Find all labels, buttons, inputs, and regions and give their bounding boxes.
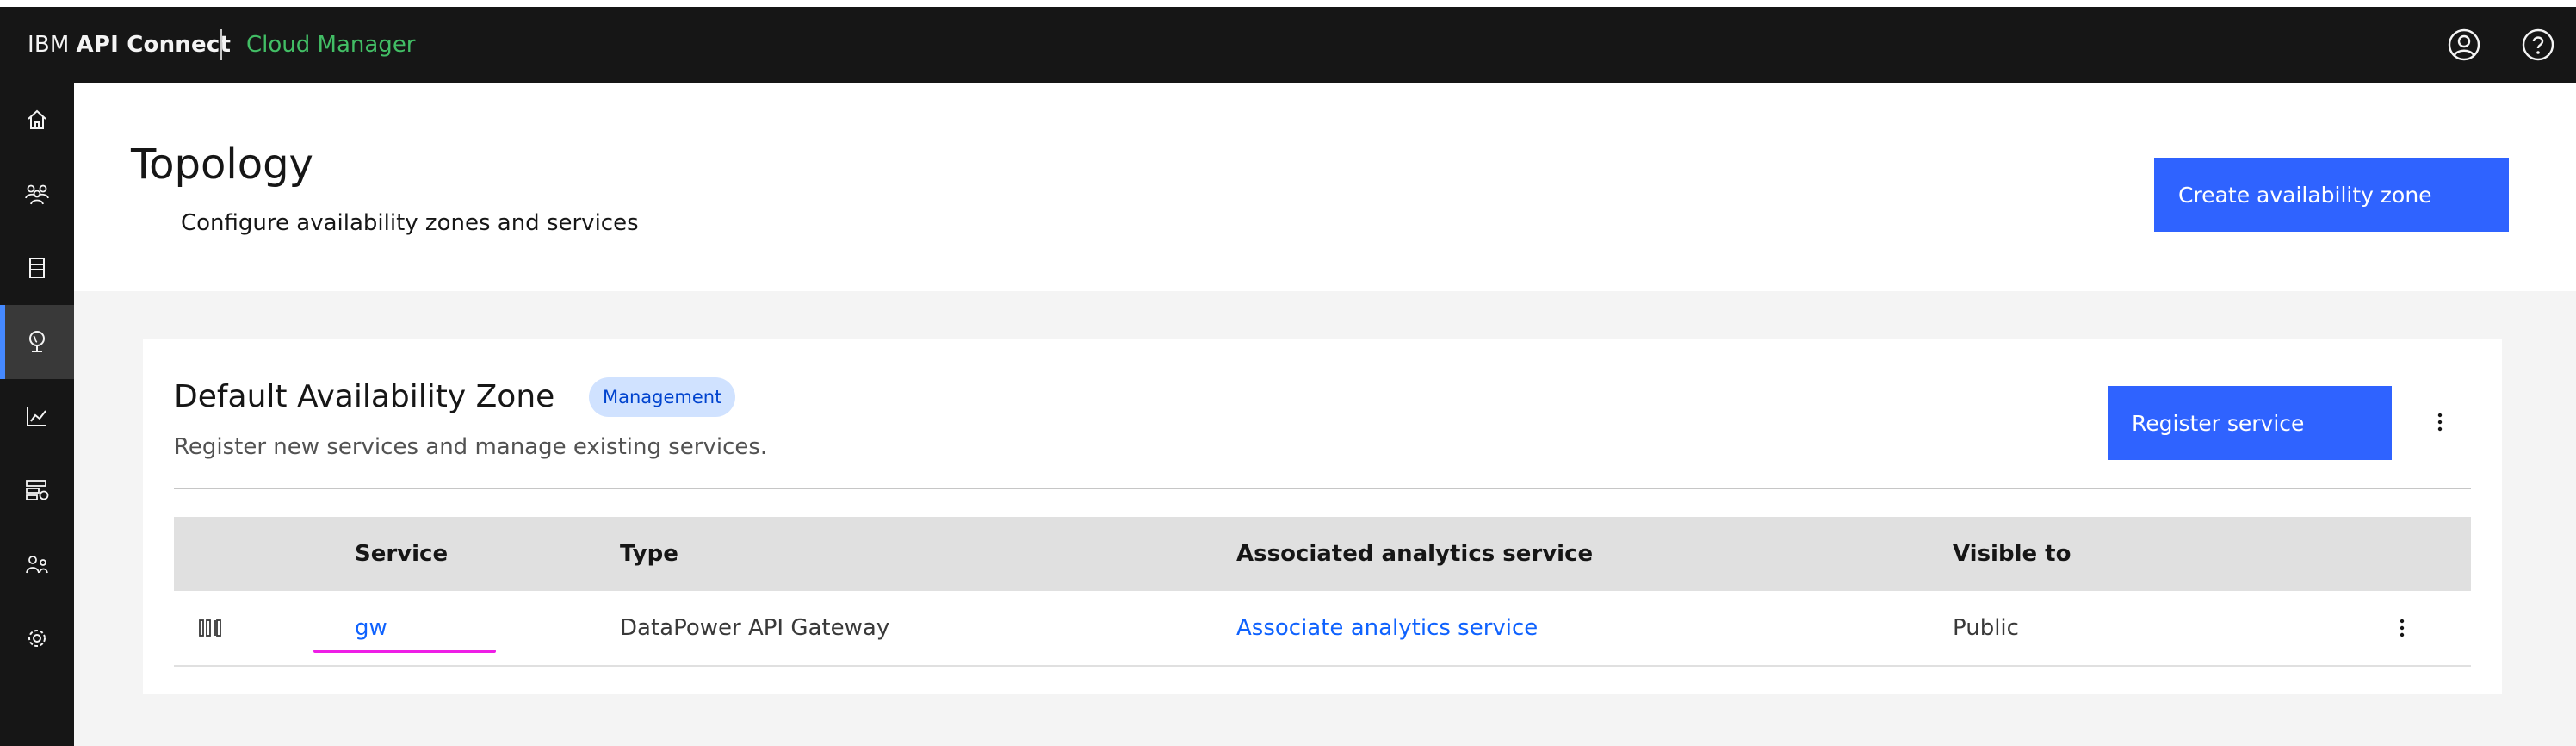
zone-description: Register new services and manage existin… <box>174 434 768 460</box>
users-icon[interactable] <box>0 157 74 231</box>
page-header: Topology Configure availability zones an… <box>74 83 2576 291</box>
column-header-service[interactable]: Service <box>355 517 448 591</box>
zone-overflow-menu-icon[interactable] <box>2421 403 2459 441</box>
column-header-type[interactable]: Type <box>620 517 678 591</box>
home-icon[interactable] <box>0 83 74 157</box>
settings-icon[interactable] <box>0 601 74 675</box>
catalog-icon[interactable] <box>0 231 74 305</box>
brand[interactable]: IBM API Connect <box>28 7 231 83</box>
user-avatar-icon[interactable] <box>2445 26 2483 64</box>
row-overflow-menu-icon[interactable] <box>2383 591 2421 665</box>
brand-name: API Connect <box>76 32 232 58</box>
member-icon[interactable] <box>0 527 74 601</box>
services-table: Service Type Associated analytics servic… <box>174 517 2471 667</box>
visible-to-value: Public <box>1953 615 2019 641</box>
table-row: gw DataPower API Gateway Associate analy… <box>174 591 2471 667</box>
top-strip <box>0 0 2576 7</box>
page-subtitle: Configure availability zones and service… <box>181 210 639 236</box>
header-divider <box>220 29 222 60</box>
availability-zone-card: Default Availability Zone Management Reg… <box>143 339 2502 694</box>
gateway-service-icon <box>198 591 222 665</box>
create-availability-zone-button[interactable]: Create availability zone <box>2154 158 2509 232</box>
column-header-visible-to[interactable]: Visible to <box>1953 517 2071 591</box>
page-title: Topology <box>131 140 313 189</box>
analytics-icon[interactable] <box>0 379 74 453</box>
product-name: Cloud Manager <box>246 32 416 58</box>
content-area: Default Availability Zone Management Reg… <box>74 291 2576 746</box>
topology-icon[interactable] <box>0 305 74 379</box>
brand-prefix: IBM <box>28 32 70 58</box>
table-header: Service Type Associated analytics servic… <box>174 517 2471 591</box>
side-nav <box>0 83 74 746</box>
card-divider <box>174 488 2471 489</box>
top-header: IBM API Connect Cloud Manager <box>0 7 2576 83</box>
associate-analytics-link[interactable]: Associate analytics service <box>1236 591 1538 665</box>
service-type: DataPower API Gateway <box>620 615 890 641</box>
help-icon[interactable] <box>2519 26 2557 64</box>
register-service-button[interactable]: Register service <box>2108 386 2392 460</box>
zone-title: Default Availability Zone <box>174 379 555 414</box>
column-header-analytics[interactable]: Associated analytics service <box>1236 517 1593 591</box>
zone-tag: Management <box>589 377 736 417</box>
highlight-underline <box>313 650 496 653</box>
service-name-link[interactable]: gw <box>355 591 387 665</box>
resources-icon[interactable] <box>0 453 74 527</box>
